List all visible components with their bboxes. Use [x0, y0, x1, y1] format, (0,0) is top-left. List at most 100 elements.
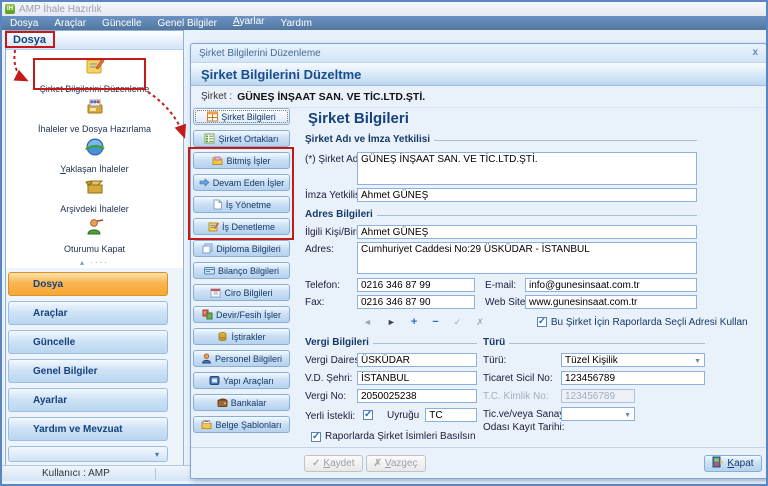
nav-post-icon[interactable]: ✓ — [454, 317, 462, 328]
table-icon — [207, 111, 218, 122]
record-navigator: ◄ ► + − ✓ ✗ Bu Şirket İçin Raporlarda Se… — [363, 316, 697, 328]
tab-personel-bilgileri[interactable]: Personel Bilgileri — [193, 350, 290, 367]
sidebar-item-sirket-bilgileri[interactable]: Şirket Bilgilerini Düzenleme — [6, 56, 183, 96]
use-address-option[interactable]: Bu Şirket İçin Raporlarda Seçli Adresi K… — [537, 317, 748, 328]
print-names-checkbox[interactable] — [311, 432, 321, 442]
company-edit-dialog: Şirket Bilgilerini Düzenleme x Şirket Bi… — [190, 43, 767, 479]
sidebar-item-oturumu-kapat[interactable]: Oturumu Kapat — [6, 216, 183, 256]
address-input[interactable]: Cumhuriyet Caddesi No:29 ÜSKÜDAR - İSTAN… — [357, 242, 697, 274]
type-label: Türü: — [483, 353, 561, 366]
dialog-header-text: Şirket Bilgilerini Düzeltme — [201, 67, 361, 82]
tab-bankalar[interactable]: Bankalar — [193, 394, 290, 411]
company-name-input[interactable]: GÜNEŞ İNŞAAT SAN. VE TİC.LTD.ŞTİ. — [357, 152, 697, 185]
use-address-label: Bu Şirket İçin Raporlarda Seçli Adresi K… — [551, 317, 748, 328]
tab-sirket-ortaklari[interactable]: Şirket Ortakları — [193, 130, 290, 147]
domestic-bidder-label: Yerli İstekli: — [305, 409, 357, 422]
section-genel-bilgiler[interactable]: Genel Bilgiler — [8, 359, 168, 383]
arrow-right-icon — [199, 177, 210, 188]
tab-devam-eden-isler[interactable]: Devam Eden İşler — [193, 174, 290, 191]
menu-guncelle[interactable]: Güncelle — [94, 16, 149, 30]
menu-dosya[interactable]: Dosya — [2, 16, 46, 30]
nav-cancel-icon[interactable]: ✗ — [476, 317, 484, 328]
tc-id-input: 123456789 — [561, 389, 635, 403]
nav-next-icon[interactable]: ► — [387, 317, 396, 327]
tax-office-input[interactable]: ÜSKÜDAR — [357, 353, 477, 367]
address-label: Adres: — [305, 242, 357, 255]
section-overflow-chevron[interactable]: ▾ — [8, 446, 168, 462]
group-name-title: Şirket Adı ve İmza Yetkilisi — [305, 134, 697, 145]
menu-ayarlar[interactable]: Ayarlar — [225, 16, 273, 30]
status-separator — [155, 468, 156, 480]
section-dosya[interactable]: Dosya — [8, 272, 168, 296]
signer-input[interactable]: Ahmet GÜNEŞ — [357, 188, 697, 202]
tc-id-label: T.C. Kimlik No: — [483, 389, 561, 402]
coins-icon — [217, 331, 228, 342]
nav-delete-icon[interactable]: − — [432, 316, 438, 328]
nav-prev-icon[interactable]: ◄ — [363, 317, 372, 327]
tax-no-label: Vergi No: — [305, 389, 357, 402]
app-icon: IH — [5, 4, 15, 14]
contact-input[interactable]: Ahmet GÜNEŞ — [357, 225, 697, 239]
print-names-label: Raporlarda Şirket İsimleri Basılsın — [325, 431, 476, 442]
check-icon: ✓ — [312, 458, 320, 469]
tab-yapi-araclari[interactable]: Yapı Araçları — [193, 372, 290, 389]
chevron-down-icon: ▾ — [155, 450, 159, 459]
page-title: Şirket Bilgileri — [308, 110, 409, 127]
phone-input[interactable]: 0216 346 87 99 — [357, 278, 475, 292]
tab-istirakler[interactable]: İştirakler — [193, 328, 290, 345]
type-select[interactable]: Tüzel Kişilik▼ — [561, 353, 705, 367]
tab-diploma-bilgileri[interactable]: Diploma Bilgileri — [193, 240, 290, 257]
nationality-label: Uyruğu — [387, 410, 419, 421]
section-araclar[interactable]: Araçlar — [8, 301, 168, 325]
tab-is-denetleme[interactable]: İş Denetleme — [193, 218, 290, 235]
group-type: Türü Türü: Tüzel Kişilik▼ Ticaret Sicil … — [483, 337, 705, 434]
sidebar-sections: Dosya Araçlar Güncelle Genel Bilgiler Ay… — [6, 268, 183, 466]
email-input[interactable]: info@gunesinsaat.com.tr — [525, 278, 697, 292]
tab-devir-fesih-isler[interactable]: *Devir/Fesih İşler — [193, 306, 290, 323]
section-guncelle[interactable]: Güncelle — [8, 330, 168, 354]
tab-ciro-bilgileri[interactable]: Ciro Bilgileri — [193, 284, 290, 301]
use-address-checkbox[interactable] — [537, 317, 547, 327]
section-ayarlar[interactable]: Ayarlar — [8, 388, 168, 412]
sidebar-item-yaklasan-ihaleler[interactable]: Yaklaşan İhaleler — [6, 136, 183, 176]
edit-pad-icon — [208, 221, 219, 232]
collapse-grip[interactable]: ▴ ···· — [6, 256, 183, 268]
copies-icon — [202, 243, 213, 254]
tab-bitmis-isler[interactable]: Bitmiş İşler — [193, 152, 290, 169]
close-button[interactable]: Kapat — [704, 455, 762, 472]
wallet-icon — [217, 397, 228, 408]
close-icon[interactable]: x — [752, 48, 758, 58]
nav-add-icon[interactable]: + — [411, 316, 417, 328]
sidebar-item-label: Arşivdeki İhaleler — [60, 204, 129, 214]
tax-no-input[interactable]: 2050025238 — [357, 389, 477, 403]
edit-note-icon — [84, 56, 106, 83]
trade-registry-label: Ticaret Sicil No: — [483, 371, 561, 384]
group-name: Şirket Adı ve İmza Yetkilisi (*) Şirket … — [305, 134, 697, 202]
tax-city-input[interactable]: İSTANBUL — [357, 371, 477, 385]
window-titlebar: IH AMP İhale Hazırlık — [2, 2, 766, 16]
cancel-button[interactable]: ✗Vazgeç — [366, 455, 426, 472]
person-icon — [201, 353, 212, 364]
dialog-header-bar: Şirket Bilgilerini Düzeltme — [191, 63, 766, 86]
chamber-date-select[interactable]: ▼ — [561, 407, 635, 421]
sidebar-item-arsivdeki-ihaleler[interactable]: Arşivdeki İhaleler — [6, 176, 183, 216]
chevron-down-icon: ▼ — [694, 356, 701, 367]
nationality-input[interactable]: TC — [425, 408, 477, 422]
exit-icon — [712, 456, 724, 471]
tab-is-yonetme[interactable]: İş Yönetme — [193, 196, 290, 213]
tab-belge-sablonlari[interactable]: Belge Şablonları — [193, 416, 290, 433]
trade-registry-input[interactable]: 123456789 — [561, 371, 705, 385]
save-button[interactable]: ✓Kaydet — [304, 455, 363, 472]
menu-araclar[interactable]: Araçlar — [46, 16, 94, 30]
tab-sirket-bilgileri[interactable]: Şirket Bilgileri — [193, 108, 290, 125]
tab-bilanco-bilgileri[interactable]: Bilanço Bilgileri — [193, 262, 290, 279]
website-input[interactable]: www.gunesinsaat.com.tr — [525, 295, 697, 309]
fax-input[interactable]: 0216 346 87 90 — [357, 295, 475, 309]
menu-genel-bilgiler[interactable]: Genel Bilgiler — [150, 16, 225, 30]
menu-yardim[interactable]: Yardım — [273, 16, 321, 30]
svg-text:*: * — [204, 311, 206, 316]
domestic-bidder-checkbox[interactable] — [363, 410, 373, 420]
chevron-down-icon: ▼ — [624, 410, 631, 421]
section-yardim-mevzuat[interactable]: Yardım ve Mevzuat — [8, 417, 168, 441]
sidebar-item-ihaleler-dosya[interactable]: İhaleler ve Dosya Hazırlama — [6, 96, 183, 136]
